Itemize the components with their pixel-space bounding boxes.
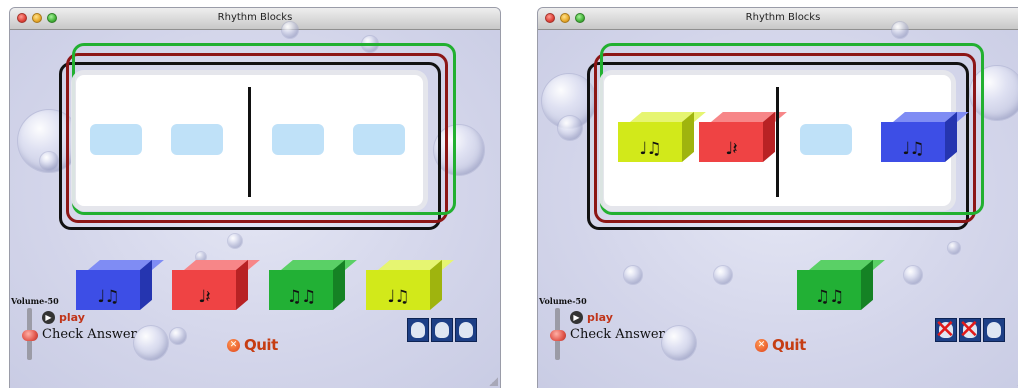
check-answer-button[interactable]: Check Answer (570, 327, 665, 342)
play-circle-icon: ▶ (570, 311, 583, 324)
face-icon (431, 318, 453, 342)
staff-panel: ♩♫ ♩𝄽 ♩♫ (604, 75, 969, 206)
bubble-decoration (228, 234, 242, 248)
quit-x-icon: ✕ (227, 338, 240, 352)
window-left: Rhythm Blocks ♩♫ ♩𝄽 ♫♫ ♩♫ Volume-50 ▶ pl… (10, 8, 500, 388)
quit-button[interactable]: ✕ Quit (755, 336, 806, 354)
notes-label: ♩𝄽 (198, 287, 210, 307)
window-title: Rhythm Blocks (745, 12, 821, 23)
rhythm-block-green[interactable]: ♫♫ (797, 259, 885, 310)
placed-block-yellow[interactable]: ♩♫ (618, 111, 706, 162)
volume-label: Volume-50 (539, 296, 587, 306)
game-area: ♩♫ ♩𝄽 ♫♫ ♩♫ Volume-50 ▶ play Check Answe… (10, 22, 500, 388)
bubble-decoration (170, 328, 186, 344)
placed-block-blue[interactable]: ♩♫ (881, 111, 969, 162)
play-button[interactable]: ▶ play (42, 311, 85, 324)
quit-label: Quit (244, 336, 278, 354)
staff-slot-2[interactable] (171, 124, 223, 155)
bar-line (776, 87, 779, 197)
play-label: play (587, 311, 613, 324)
quit-label: Quit (772, 336, 806, 354)
title-bar: Rhythm Blocks (10, 8, 500, 30)
rhythm-block-red[interactable]: ♩𝄽 (172, 259, 260, 310)
bubble-decoration (558, 116, 582, 140)
volume-slider-knob[interactable] (22, 330, 38, 341)
play-button[interactable]: ▶ play (570, 311, 613, 324)
face-icon (407, 318, 429, 342)
rhythm-block-yellow[interactable]: ♩♫ (366, 259, 454, 310)
play-circle-icon: ▶ (42, 311, 55, 324)
volume-label: Volume-50 (11, 296, 59, 306)
bubble-decoration (714, 266, 732, 284)
placed-block-red[interactable]: ♩𝄽 (699, 111, 787, 162)
bubble-decoration (40, 152, 58, 170)
notes-label: ♩♫ (387, 287, 409, 307)
quit-x-icon: ✕ (755, 338, 768, 352)
bubble-decoration (134, 326, 168, 360)
notes-label: ♫♫ (814, 287, 844, 307)
staff-slot-3[interactable] (800, 124, 852, 155)
notes-label: ♩♫ (639, 139, 661, 159)
window-title: Rhythm Blocks (217, 12, 293, 23)
bubble-decoration (948, 242, 960, 254)
staff-panel (76, 75, 423, 206)
bubble-decoration (624, 266, 642, 284)
rhythm-block-blue[interactable]: ♩♫ (76, 259, 164, 310)
title-bar: Rhythm Blocks (538, 8, 1018, 30)
bar-line (248, 87, 251, 197)
crossed-face-icon: ✕ (934, 315, 957, 345)
face-icon (983, 318, 1005, 342)
resize-handle[interactable] (489, 377, 498, 386)
notes-label: ♫♫ (286, 287, 316, 307)
notes-label: ♩𝄽 (725, 139, 737, 159)
play-label: play (59, 311, 85, 324)
staff-slot-1[interactable] (90, 124, 142, 155)
notes-label: ♩♫ (902, 139, 924, 159)
bubble-decoration (662, 326, 696, 360)
staff-slot-4[interactable] (353, 124, 405, 155)
bubble-decoration (904, 266, 922, 284)
volume-slider-knob[interactable] (550, 330, 566, 341)
staff-slot-3[interactable] (272, 124, 324, 155)
quit-button[interactable]: ✕ Quit (227, 336, 278, 354)
crossed-face-icon: ✕ (958, 315, 981, 345)
face-icon (455, 318, 477, 342)
rhythm-block-green[interactable]: ♫♫ (269, 259, 357, 310)
bubble-decoration (282, 22, 298, 38)
window-right: Rhythm Blocks ♩♫ ♩𝄽 ♩♫ ♫♫ Volume-50 ▶ pl… (538, 8, 1018, 388)
game-area: ♩♫ ♩𝄽 ♩♫ ♫♫ Volume-50 ▶ play Check Answe… (538, 22, 1018, 388)
notes-label: ♩♫ (97, 287, 119, 307)
check-answer-button[interactable]: Check Answer (42, 327, 137, 342)
bubble-decoration (892, 22, 908, 38)
